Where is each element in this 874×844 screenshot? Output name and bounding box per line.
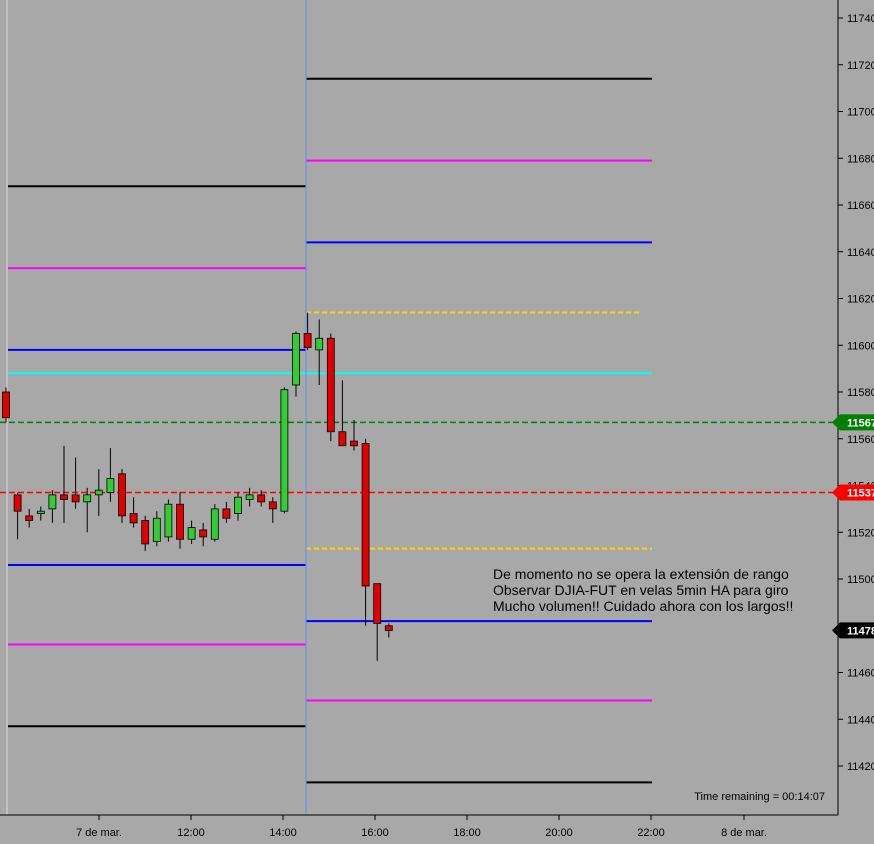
x-tick-label: 18:00 xyxy=(453,827,481,839)
y-tick-label: 11500 xyxy=(847,574,874,586)
candle-10 xyxy=(118,469,126,523)
candle-body xyxy=(141,520,150,545)
candle-28 xyxy=(326,333,335,442)
x-tick-label: 22:00 xyxy=(637,827,665,839)
y-tick-label: 11580 xyxy=(847,387,874,399)
price-tag-0: 11567 xyxy=(832,414,874,431)
time-remaining: Time remaining = 00:14:07 xyxy=(694,791,825,803)
price-tag-1: 11537 xyxy=(832,484,874,501)
candle-body xyxy=(71,494,80,503)
candle-body xyxy=(164,503,173,538)
price-tag-1-text: 11537 xyxy=(847,488,874,500)
candle-body xyxy=(338,431,347,447)
annotation-text: De momento no se opera la extensión de r… xyxy=(493,566,793,614)
candle-body xyxy=(384,625,393,631)
candle-body xyxy=(129,513,138,524)
candle-body xyxy=(13,494,22,512)
candle-body xyxy=(118,473,126,517)
price-tag-0-text: 11567 xyxy=(847,417,874,429)
candle-body xyxy=(257,494,266,503)
y-tick-label: 11660 xyxy=(847,200,874,212)
candle-body xyxy=(373,583,382,624)
candlestick-chart: De momento no se opera la extensión de r… xyxy=(0,0,874,839)
candle-body xyxy=(36,510,45,514)
y-tick-label: 11600 xyxy=(847,340,874,352)
candle-body xyxy=(199,529,208,538)
candle-14 xyxy=(164,499,173,542)
candle-body xyxy=(210,508,219,540)
x-tick-label: 16:00 xyxy=(361,827,389,839)
candle-0 xyxy=(2,387,10,423)
annotation-line-3: Mucho volumen!! Cuidado ahora con los la… xyxy=(493,598,793,614)
candle-body xyxy=(2,391,10,419)
candle-body xyxy=(48,494,57,510)
candle-body xyxy=(152,517,161,542)
candle-body xyxy=(361,443,370,587)
y-tick-label: 11560 xyxy=(847,434,874,446)
y-tick-label: 11740 xyxy=(847,13,874,25)
annotation-line-1: De momento no se opera la extensión de r… xyxy=(493,566,789,582)
y-axis: 1142011440114601148011500115201154011560… xyxy=(838,13,874,773)
y-tick-label: 11700 xyxy=(847,107,874,119)
plot-background xyxy=(0,0,838,815)
y-tick-label: 11620 xyxy=(847,294,874,306)
candle-body xyxy=(60,494,68,500)
candle-body xyxy=(326,337,335,433)
x-tick-label: 14:00 xyxy=(269,827,297,839)
x-tick-label: 12:00 xyxy=(177,827,205,839)
candle-body xyxy=(94,489,103,496)
last-price-tag-text: 11478 xyxy=(847,625,874,637)
candle-18 xyxy=(210,504,219,542)
annotation-line-2: Observar DJIA-FUT en velas 5min HA para … xyxy=(493,582,789,598)
candle-body xyxy=(25,515,34,521)
y-tick-label: 11460 xyxy=(847,668,874,680)
last-price-tag: 11478 xyxy=(832,622,874,639)
candle-body xyxy=(280,389,289,512)
x-tick-label: 8 de mar. xyxy=(721,827,767,839)
candle-body xyxy=(315,337,324,351)
candle-body xyxy=(350,440,358,447)
candle-24 xyxy=(280,387,289,514)
y-tick-label: 11440 xyxy=(847,714,874,726)
candle-body xyxy=(83,494,92,503)
candle-body xyxy=(234,496,242,514)
candle-body xyxy=(245,494,254,500)
x-tick-label: 20:00 xyxy=(545,827,573,839)
candle-body xyxy=(222,508,231,519)
candle-body xyxy=(268,501,277,510)
y-tick-label: 11720 xyxy=(847,60,874,72)
candle-body xyxy=(187,527,196,540)
y-tick-label: 11520 xyxy=(847,527,874,539)
candle-body xyxy=(176,503,184,540)
candle-body xyxy=(292,333,300,386)
y-tick-label: 11640 xyxy=(847,247,874,259)
x-axis: 7 de mar. 12:00 14:00 16:00 18:00 20:00 22:00 8… xyxy=(76,815,767,839)
y-tick-label: 11680 xyxy=(847,153,874,165)
x-tick-label: 7 de mar. xyxy=(76,827,122,839)
candle-body xyxy=(303,333,312,348)
candle-body xyxy=(106,478,115,493)
y-tick-label: 11420 xyxy=(847,761,874,773)
